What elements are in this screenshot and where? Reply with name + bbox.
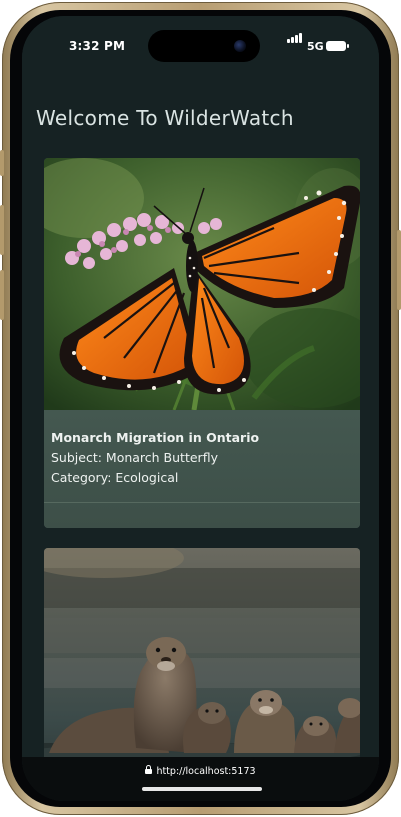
lock-icon bbox=[145, 765, 153, 774]
card-divider bbox=[44, 502, 360, 503]
url-text: http://localhost:5173 bbox=[156, 766, 256, 777]
url-display[interactable]: http://localhost:5173 bbox=[22, 765, 379, 777]
action-button bbox=[0, 150, 4, 176]
card-category: Category: Ecological bbox=[51, 470, 179, 485]
browser-url-bar[interactable]: http://localhost:5173 bbox=[22, 757, 379, 801]
web-content[interactable]: Welcome To WilderWatch Monarch Migration… bbox=[22, 74, 379, 788]
power-button bbox=[397, 230, 401, 310]
card-subject: Subject: Monarch Butterfly bbox=[51, 450, 218, 465]
dynamic-island bbox=[148, 30, 260, 62]
monarch-butterfly-photo bbox=[44, 158, 360, 410]
observation-card[interactable] bbox=[44, 548, 360, 788]
status-bar: 3:32 PM 5G bbox=[22, 16, 379, 76]
observation-card[interactable]: Monarch Migration in Ontario Subject: Mo… bbox=[44, 158, 360, 528]
card-info: Monarch Migration in Ontario Subject: Mo… bbox=[44, 410, 360, 528]
otters-photo bbox=[44, 548, 360, 778]
status-time: 3:32 PM bbox=[69, 39, 126, 53]
battery-icon bbox=[326, 41, 349, 51]
phone-screen: 3:32 PM 5G Welcome To WilderWatch Monarc… bbox=[22, 16, 379, 801]
home-indicator[interactable] bbox=[142, 787, 262, 791]
volume-up-button bbox=[0, 205, 4, 255]
network-type: 5G bbox=[307, 40, 324, 53]
page-title: Welcome To WilderWatch bbox=[36, 106, 294, 130]
volume-down-button bbox=[0, 270, 4, 320]
card-title[interactable]: Monarch Migration in Ontario bbox=[51, 430, 259, 445]
camera-icon bbox=[234, 40, 246, 52]
